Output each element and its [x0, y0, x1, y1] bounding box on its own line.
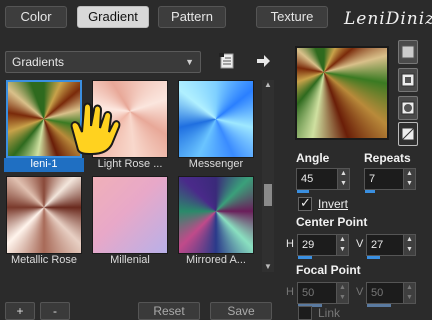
focal-h-input: 50 ▲ ▼ [297, 282, 349, 307]
repeats-label: Repeats [364, 151, 411, 165]
repeats-input[interactable]: 7 ▲ ▼ [364, 168, 416, 193]
center-v-input[interactable]: 27 ▲ ▼ [366, 234, 416, 259]
center-h-label: H [286, 238, 294, 250]
gradient-thumbnail [92, 176, 168, 254]
gradient-item[interactable]: Millenial [90, 174, 170, 266]
linear-style-button[interactable] [398, 40, 418, 64]
gradient-preview [295, 46, 389, 140]
center-point-label: Center Point [296, 215, 368, 229]
add-gradient-button[interactable]: + [5, 302, 35, 320]
center-h-stepper[interactable]: ▲ ▼ [336, 235, 348, 255]
tab-pattern[interactable]: Pattern [158, 6, 226, 28]
center-v-label: V [356, 238, 364, 250]
repeats-slider[interactable] [365, 190, 375, 193]
gradient-thumbnail [178, 176, 254, 254]
gradient-label: Messenger [188, 158, 244, 170]
link-checkbox [298, 306, 312, 320]
gradient-label: Light Rose ... [97, 158, 163, 170]
angle-value: 45 [301, 173, 314, 185]
gradient-thumbnail [6, 176, 82, 254]
reset-button[interactable]: Reset [138, 302, 200, 320]
center-v-value: 27 [371, 239, 384, 251]
invert-label[interactable]: Invert [318, 197, 348, 211]
tab-color[interactable]: Color [5, 6, 67, 28]
focal-point-label: Focal Point [296, 263, 361, 277]
center-v-slider[interactable] [367, 256, 380, 259]
focal-v-slider [367, 304, 391, 307]
hand-pointer-icon [70, 102, 121, 156]
gradient-thumbnail [178, 80, 254, 158]
invert-checkbox[interactable]: ✓ [298, 195, 312, 211]
tab-bar: Color Gradient Pattern Texture LeniDiniz [0, 0, 432, 34]
center-h-slider[interactable] [298, 256, 312, 259]
remove-gradient-button[interactable]: - [40, 302, 70, 320]
repeats-value: 7 [369, 173, 376, 185]
author-logo: LeniDiniz [344, 9, 432, 29]
tab-texture[interactable]: Texture [256, 6, 328, 28]
rectangular-style-button[interactable] [398, 68, 418, 92]
focal-h-label: H [286, 286, 294, 298]
checkmark-icon: ✓ [300, 195, 311, 210]
angle-input[interactable]: 45 ▲ ▼ [296, 168, 350, 193]
link-label: Link [318, 306, 341, 320]
radial-style-button[interactable] [398, 122, 418, 146]
repeats-stepper[interactable]: ▲ ▼ [403, 169, 415, 189]
gradient-grid: leni-1 Light Rose ... Messenger Metallic… [4, 78, 260, 274]
focal-v-label: V [356, 286, 364, 298]
tab-gradient[interactable]: Gradient [77, 6, 149, 28]
angle-slider[interactable] [297, 190, 309, 193]
focal-v-value: 50 [371, 287, 384, 299]
save-button[interactable]: Save [210, 302, 272, 320]
focal-v-input: 50 ▲ ▼ [366, 282, 416, 307]
arrow-right-icon[interactable] [254, 52, 272, 70]
gradient-category-dropdown[interactable]: Gradients ▼ [5, 51, 201, 73]
center-h-value: 29 [302, 239, 315, 251]
center-h-input[interactable]: 29 ▲ ▼ [297, 234, 349, 259]
gradient-item[interactable]: Mirrored A... [176, 174, 256, 266]
gradient-label: Metallic Rose [10, 254, 78, 266]
gradient-item[interactable]: Metallic Rose [4, 174, 84, 266]
gradient-item[interactable]: Messenger [176, 78, 256, 170]
center-v-stepper[interactable]: ▲ ▼ [403, 235, 415, 255]
angle-label: Angle [296, 151, 330, 165]
grid-scrollbar[interactable]: ▲ ▼ [262, 80, 274, 272]
gradient-label: Mirrored A... [186, 254, 246, 266]
focal-h-value: 50 [302, 287, 315, 299]
focal-v-stepper: ▲ ▼ [403, 283, 415, 303]
focal-h-stepper: ▲ ▼ [336, 283, 348, 303]
scroll-up-icon[interactable]: ▲ [262, 80, 274, 90]
gradient-label: leni-1 [4, 158, 84, 172]
scroll-down-icon[interactable]: ▼ [262, 262, 274, 272]
sunburst-style-button[interactable] [398, 96, 418, 120]
scroll-thumb[interactable] [264, 184, 272, 206]
dropdown-value: Gradients [12, 55, 65, 69]
angle-stepper[interactable]: ▲ ▼ [337, 169, 349, 189]
gradient-menu-icon[interactable] [218, 52, 236, 70]
chevron-down-icon: ▼ [185, 57, 194, 67]
gradient-label: Millenial [110, 254, 150, 266]
